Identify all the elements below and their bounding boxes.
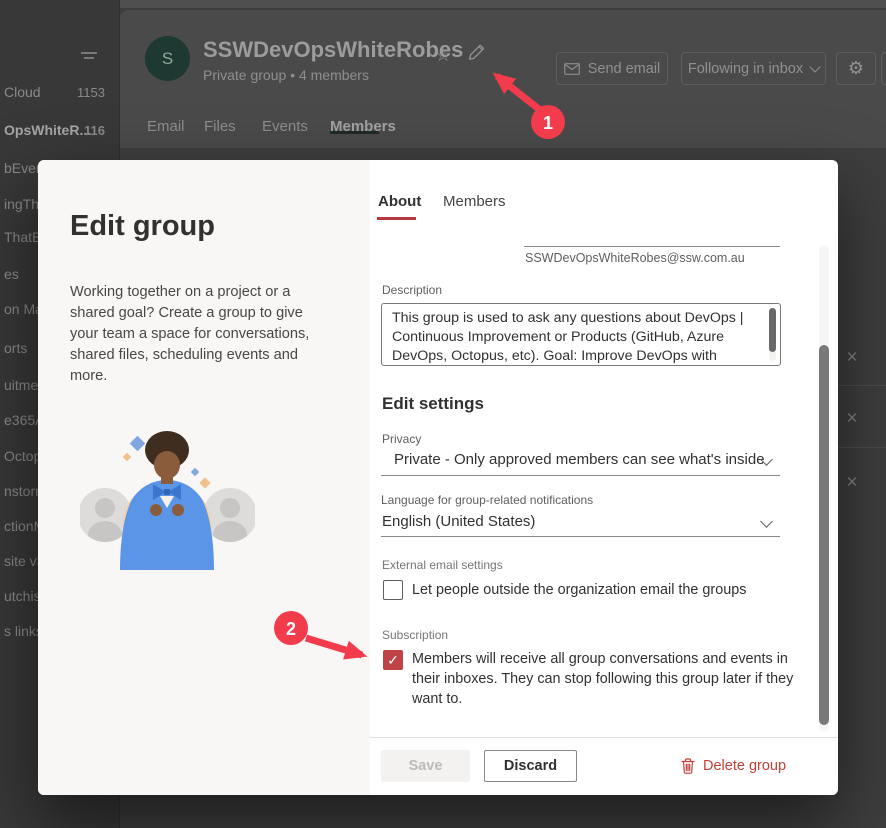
external-email-checkbox-label: Let people outside the organization emai… <box>412 582 792 598</box>
external-email-settings-label: External email settings <box>382 558 503 572</box>
language-label: Language for group-related notifications <box>381 493 593 507</box>
group-settings-button[interactable]: ⚙ <box>836 52 876 85</box>
discard-button[interactable]: Discard <box>484 750 577 782</box>
language-dropdown[interactable]: English (United States) <box>382 513 535 530</box>
tab-files[interactable]: Files <box>204 118 236 135</box>
edit-group-dialog: Edit group Working together on a project… <box>38 160 838 795</box>
filter-icon[interactable] <box>80 50 98 62</box>
remove-member-icon[interactable]: × <box>842 473 862 493</box>
unread-count: 116 <box>84 123 105 138</box>
privacy-label: Privacy <box>382 432 421 446</box>
more-actions-button[interactable] <box>881 52 886 85</box>
unread-count: 1153 <box>77 85 105 100</box>
screen: Cloud1153 OpsWhiteR...116 bEven ingTh Th… <box>0 0 886 828</box>
tab-events[interactable]: Events <box>262 118 308 135</box>
dialog-intro-text: Working together on a project or a share… <box>70 282 312 387</box>
sidebar-item[interactable]: Cloud1153 <box>0 84 108 104</box>
edit-settings-heading: Edit settings <box>382 394 484 414</box>
checkmark-icon: ✓ <box>387 652 399 669</box>
language-underline <box>381 536 780 537</box>
group-avatar: S <box>145 36 190 81</box>
external-email-checkbox[interactable] <box>383 580 403 600</box>
description-textarea[interactable]: This group is used to ask any questions … <box>381 303 781 366</box>
chevron-down-icon <box>809 61 820 72</box>
save-button[interactable]: Save <box>381 750 470 782</box>
dialog-left-panel: Edit group Working together on a project… <box>38 160 370 795</box>
member-row-divider <box>836 447 886 448</box>
following-in-inbox-dropdown[interactable]: Following in inbox <box>681 52 826 85</box>
backdrop-top-strip <box>120 0 886 8</box>
subscription-checkbox-label: Members will receive all group conversat… <box>412 649 794 709</box>
dialog-tab-members[interactable]: Members <box>443 193 506 210</box>
trash-icon <box>681 758 695 774</box>
group-name-input[interactable] <box>524 246 780 247</box>
description-label: Description <box>382 283 442 297</box>
privacy-underline <box>381 475 780 476</box>
subscription-checkbox[interactable]: ✓ <box>383 650 403 670</box>
privacy-dropdown[interactable]: Private - Only approved members can see … <box>394 451 765 468</box>
edit-group-pencil-icon[interactable] <box>468 43 486 61</box>
sidebar-item-selected[interactable]: OpsWhiteR...116 <box>0 122 108 142</box>
favorite-star-icon[interactable]: ☆ <box>435 45 451 66</box>
group-header-card: S SSWDevOpsWhiteRobes ☆ Private group • … <box>120 10 886 148</box>
subscription-label: Subscription <box>382 628 448 642</box>
dialog-tab-about[interactable]: About <box>378 193 421 210</box>
member-row-divider <box>836 385 886 386</box>
chevron-down-icon[interactable] <box>760 515 773 528</box>
dialog-scrollbar-thumb[interactable] <box>819 345 829 725</box>
group-title: SSWDevOpsWhiteRobes <box>203 37 463 63</box>
dialog-title: Edit group <box>70 210 215 243</box>
dialog-footer: Save Discard Delete group <box>370 737 838 795</box>
group-email-address: SSWDevOpsWhiteRobes@ssw.com.au <box>525 251 745 265</box>
textarea-scrollbar-track <box>769 308 776 361</box>
delete-group-button[interactable]: Delete group <box>675 750 792 782</box>
send-email-button[interactable]: Send email <box>556 52 668 85</box>
gear-icon: ⚙ <box>848 58 864 79</box>
tab-email[interactable]: Email <box>147 118 185 135</box>
remove-member-icon[interactable]: × <box>842 348 862 368</box>
remove-member-icon[interactable]: × <box>842 409 862 429</box>
group-illustration <box>80 420 255 575</box>
group-subtitle: Private group • 4 members <box>203 67 369 83</box>
dialog-tab-underline <box>377 217 416 220</box>
envelope-icon <box>564 63 580 75</box>
textarea-scrollbar-thumb[interactable] <box>769 308 776 352</box>
active-tab-underline <box>330 131 379 134</box>
